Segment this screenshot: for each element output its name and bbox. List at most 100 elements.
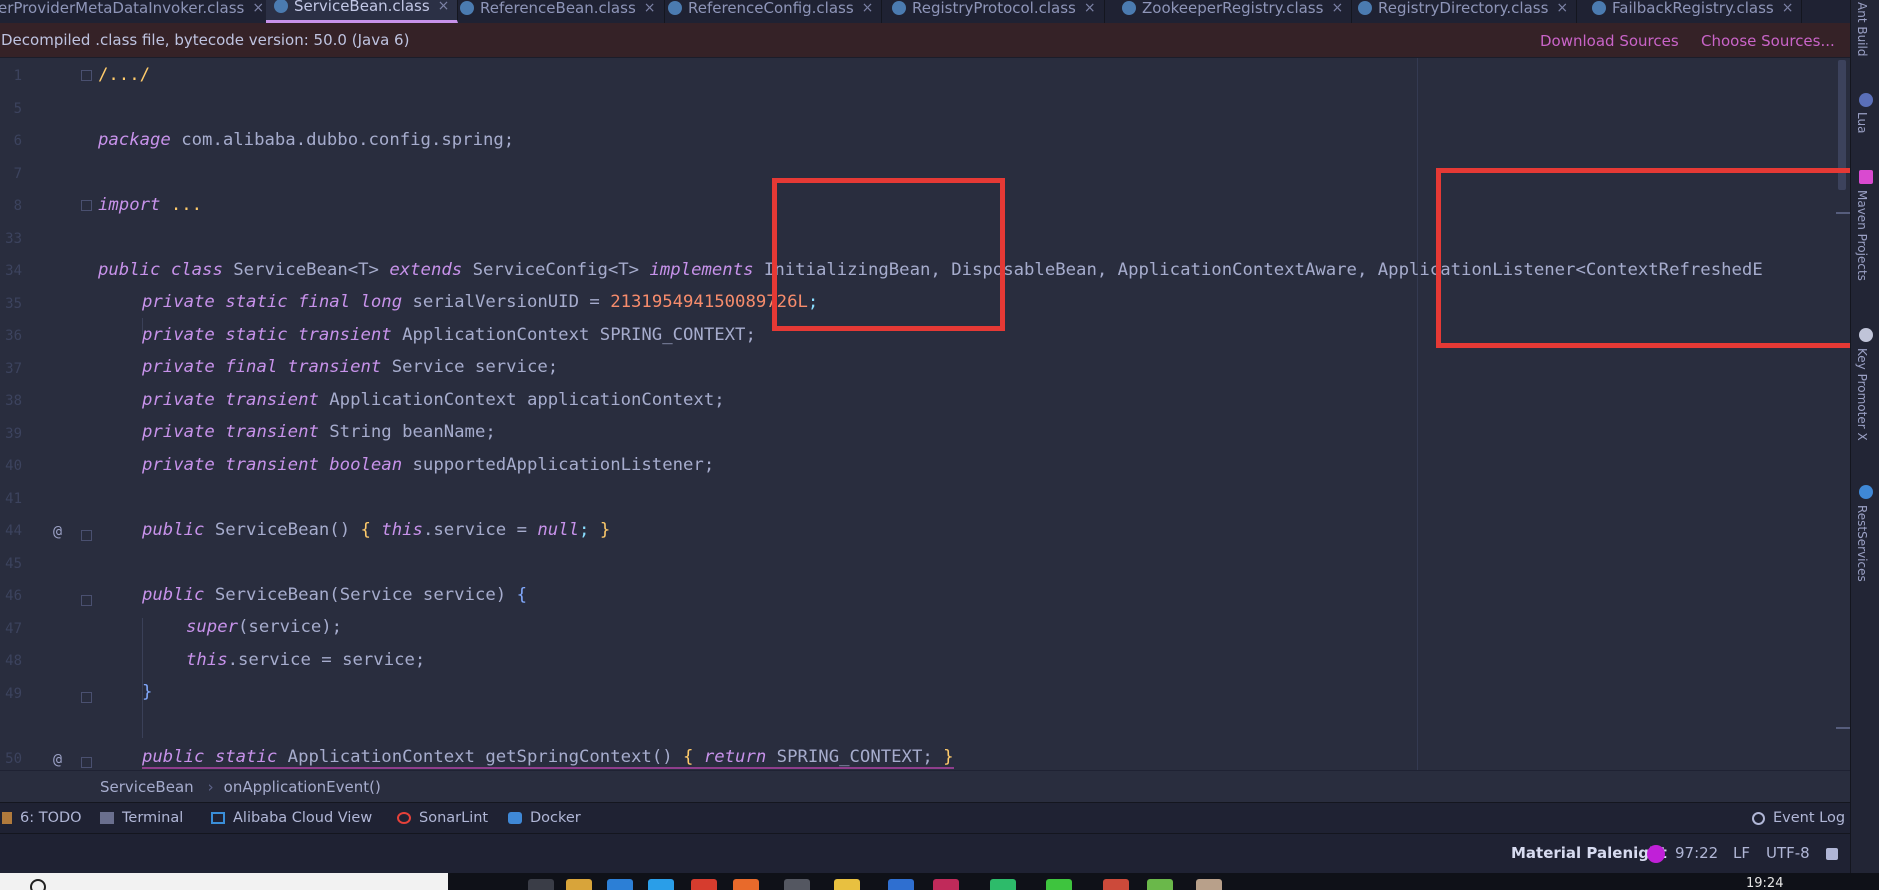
tab-reference-bean[interactable]: ReferenceBean.class ×: [452, 0, 665, 23]
choose-sources-link[interactable]: Choose Sources...: [1701, 32, 1835, 50]
tab-zookeeper-registry[interactable]: ZookeeperRegistry.class ×: [1114, 0, 1353, 23]
wechat-icon[interactable]: [1046, 879, 1072, 890]
tab-label: ReferenceBean.class: [480, 0, 636, 17]
fold-marker[interactable]: [81, 530, 92, 541]
code-editor[interactable]: 1 5 6 7 8 33 34 35 36 37 38 39 40 41 44 …: [0, 58, 1850, 770]
keyword: class: [170, 260, 223, 280]
cloud-icon: [211, 812, 225, 824]
tab-registry-protocol[interactable]: RegistryProtocol.class ×: [884, 0, 1105, 23]
taskbar-app-icon[interactable]: [691, 879, 717, 890]
brace: {: [516, 585, 527, 605]
taskbar-app-icon[interactable]: [784, 879, 810, 890]
keyword: import: [98, 195, 161, 215]
taskbar-app-icon[interactable]: [1196, 879, 1222, 890]
decompiled-notice-bar: Decompiled .class file, bytecode version…: [0, 23, 1850, 58]
taskbar-app-icon[interactable]: [834, 879, 860, 890]
taskbar-app-icon[interactable]: [1147, 879, 1173, 890]
line-number: 6: [13, 133, 22, 149]
key-promoter-tool[interactable]: Key Promoter X: [1855, 348, 1869, 441]
line-separator[interactable]: LF: [1733, 844, 1750, 862]
keyword: return: [693, 747, 767, 767]
fold-marker[interactable]: [81, 70, 92, 81]
class-name: ServiceBean<T>: [222, 260, 390, 280]
breadcrumb-method[interactable]: onApplicationEvent(): [224, 778, 381, 796]
sonarlint-icon: [397, 812, 411, 824]
taskbar-app-icon[interactable]: [528, 879, 554, 890]
taskbar-app-icon[interactable]: [607, 879, 633, 890]
tool-label: Docker: [530, 810, 581, 826]
tab-reference-config[interactable]: ReferenceConfig.class ×: [660, 0, 883, 23]
superclass: ServiceConfig<T>: [462, 260, 650, 280]
ant-build-tool[interactable]: Ant Build: [1855, 2, 1869, 56]
file-encoding[interactable]: UTF-8: [1766, 844, 1810, 862]
intellij-icon[interactable]: [933, 879, 959, 890]
folded-region[interactable]: /.../: [98, 65, 150, 85]
terminal-icon: [100, 812, 114, 824]
fold-marker[interactable]: [81, 692, 92, 703]
tab-registry-directory[interactable]: RegistryDirectory.class ×: [1350, 0, 1578, 23]
keyword: this: [370, 520, 423, 540]
breadcrumb-class[interactable]: ServiceBean: [100, 778, 194, 796]
lua-tool[interactable]: Lua: [1855, 112, 1869, 133]
code-line-48: }: [142, 680, 152, 704]
close-icon[interactable]: ×: [1084, 0, 1096, 16]
override-marker-icon[interactable]: @: [53, 522, 62, 540]
caret-position[interactable]: 97:22: [1675, 844, 1718, 862]
rest-services-tool[interactable]: RestServices: [1855, 505, 1869, 582]
scroll-mark: [1836, 727, 1850, 729]
event-log-icon: [1752, 811, 1765, 825]
docker-tool-button[interactable]: Docker: [508, 810, 581, 826]
close-icon[interactable]: ×: [1782, 0, 1794, 16]
code-line-46: super(service);: [186, 615, 342, 639]
highlight-box-applicationlistener: [1436, 168, 1850, 348]
keyword: extends: [389, 260, 463, 280]
tool-window-bar: 6: TODO Terminal Alibaba Cloud View Sona…: [0, 802, 1850, 833]
event-log-button[interactable]: Event Log: [1752, 810, 1845, 826]
alibaba-cloud-tool-button[interactable]: Alibaba Cloud View: [211, 810, 372, 826]
close-icon[interactable]: ×: [862, 0, 874, 16]
brace: }: [142, 682, 153, 702]
class-file-icon: [668, 0, 682, 15]
folded-imports[interactable]: ...: [160, 195, 202, 215]
theme-name[interactable]: Material Palenight: [1511, 844, 1667, 862]
line-number: 39: [5, 426, 22, 442]
lock-icon[interactable]: [1826, 848, 1838, 860]
assignment: .service = service;: [227, 650, 426, 670]
line-number: 37: [5, 361, 22, 377]
semicolon: ;: [579, 520, 600, 540]
tab-failback-registry[interactable]: FailbackRegistry.class ×: [1584, 0, 1803, 23]
right-margin-guide: [1417, 58, 1418, 770]
field-decl: Service service;: [381, 357, 559, 377]
maven-projects-tool[interactable]: Maven Projects: [1855, 190, 1869, 281]
fold-marker[interactable]: [81, 200, 92, 211]
taskbar-app-icon[interactable]: [990, 879, 1016, 890]
close-icon[interactable]: ×: [438, 0, 450, 14]
taskbar-app-icon[interactable]: [733, 879, 759, 890]
sonarlint-tool-button[interactable]: SonarLint: [397, 810, 488, 826]
line-number: 46: [5, 588, 22, 604]
line-number: 49: [5, 686, 22, 702]
taskbar-app-icon[interactable]: [1103, 879, 1129, 890]
modifiers: private static final long: [142, 292, 403, 312]
taskbar-search[interactable]: [0, 873, 448, 890]
tab-provider-metadata-invoker[interactable]: erProviderMetaDataInvoker.class ×: [0, 0, 274, 23]
close-icon[interactable]: ×: [252, 0, 264, 16]
close-icon[interactable]: ×: [644, 0, 656, 16]
taskbar-clock[interactable]: 19:24: [1746, 876, 1783, 890]
fold-marker[interactable]: [81, 757, 92, 768]
line-number: 47: [5, 621, 22, 637]
override-marker-icon[interactable]: @: [53, 750, 62, 768]
fold-marker[interactable]: [81, 595, 92, 606]
download-sources-link[interactable]: Download Sources: [1540, 32, 1679, 50]
folder-icon[interactable]: [566, 879, 592, 890]
todo-tool-button[interactable]: 6: TODO: [2, 810, 82, 826]
modifiers: private static transient: [142, 325, 392, 345]
terminal-tool-button[interactable]: Terminal: [100, 810, 183, 826]
code-line-8: import ...: [98, 193, 202, 217]
brace: }: [943, 747, 954, 767]
taskbar-app-icon[interactable]: [888, 879, 914, 890]
close-icon[interactable]: ×: [1556, 0, 1568, 16]
browser-icon[interactable]: [648, 879, 674, 890]
tab-service-bean[interactable]: ServiceBean.class ×: [266, 0, 459, 23]
close-icon[interactable]: ×: [1331, 0, 1343, 16]
